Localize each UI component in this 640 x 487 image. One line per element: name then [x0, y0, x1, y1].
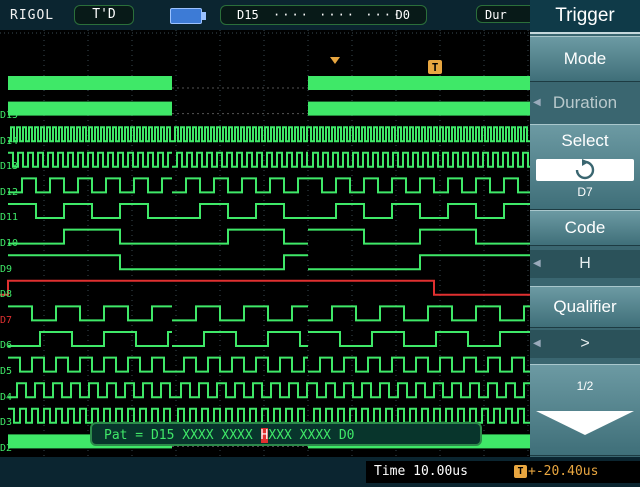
trace-d7: [0, 279, 530, 296]
channel-label: D6: [0, 340, 13, 352]
trigger-type-tab[interactable]: Dur: [476, 5, 536, 23]
trace-d13: [8, 126, 530, 143]
channel-label: D3: [0, 417, 13, 429]
trace-d2: [8, 407, 530, 424]
trace-d4: [8, 356, 530, 373]
menu-title: Trigger: [530, 0, 640, 34]
battery-icon: [170, 8, 206, 24]
channel-label: D15: [0, 110, 19, 121]
trace-d5: [8, 331, 530, 347]
code-button[interactable]: Code: [530, 210, 640, 246]
trigger-type-label: Dur: [485, 8, 507, 22]
channel-label: D2: [0, 442, 13, 454]
rotate-knob-indicator: [536, 159, 634, 181]
channel-label: D9: [0, 263, 13, 275]
next-page-button[interactable]: 1/2: [530, 364, 640, 456]
channel-label: D11: [0, 212, 19, 224]
duration-item[interactable]: ◀ Duration: [530, 88, 640, 118]
qualifier-label: Qualifier: [553, 297, 617, 316]
trigger-position-marker: [330, 57, 340, 64]
channel-end-label: D0: [395, 8, 410, 22]
trigger-offset-readout: T +-20.40us: [508, 461, 640, 483]
waveform-display: T D15D14D13D12D11D10D9D8D7D6D5D4D3D2D1D0: [0, 30, 530, 479]
trace-d11: [8, 177, 530, 194]
left-arrow-icon: ◀: [533, 338, 541, 349]
pattern-prefix: Pat = D15 XXXX XXXX: [104, 428, 261, 443]
trigger-icon: T: [514, 465, 527, 478]
arrow-down-icon: [536, 411, 634, 435]
channel-label: D7: [0, 314, 13, 326]
trace-d6: [8, 305, 530, 322]
mode-label: Mode: [563, 49, 607, 68]
brand-logo: RIGOL: [10, 8, 55, 23]
channel-label: D5: [0, 366, 13, 377]
trigger-offset-value: +-20.40us: [528, 464, 599, 479]
trace-d10: [8, 203, 530, 219]
trace-d12: [8, 151, 530, 168]
channel-label: D12: [0, 186, 19, 198]
trace-block: [8, 76, 172, 90]
bottom-bar: Time 10.00us T +-20.40us: [0, 457, 640, 487]
acquisition-status: T'D: [74, 5, 134, 25]
timebase-readout: Time 10.00us: [366, 461, 508, 483]
trace-block: [308, 76, 530, 90]
trace-d9: [8, 228, 530, 245]
duration-label: Duration: [552, 93, 618, 112]
channel-label: D8: [0, 289, 13, 301]
trace-block: [8, 101, 172, 116]
code-value[interactable]: ◀ H: [530, 250, 640, 278]
channel-start-label: D15: [237, 8, 259, 22]
qualifier-button[interactable]: Qualifier: [530, 286, 640, 328]
channel-range-indicator: D15 ···· ···· ···· ···· D0: [220, 5, 427, 40]
channel-label: D10: [0, 238, 19, 249]
qualifier-value[interactable]: ◀ >: [530, 330, 640, 358]
trace-block: [308, 101, 530, 116]
channel-label: D14: [0, 135, 19, 147]
select-label: Select: [561, 131, 609, 150]
channel-label: D4: [0, 391, 13, 403]
select-value: D7: [577, 185, 593, 199]
code-value-text: H: [579, 255, 591, 272]
status-bar: RIGOL T'D D15 ···· ···· ···· ···· D0 Dur: [0, 0, 536, 40]
trigger-marker-text: T: [432, 61, 439, 74]
channel-label: D13: [0, 161, 19, 173]
code-label: Code: [564, 218, 606, 237]
trace-d3: [8, 382, 530, 399]
waveform-svg: T: [0, 30, 530, 457]
rotate-icon: [575, 159, 595, 180]
mode-button[interactable]: Mode: [530, 36, 640, 82]
trigger-menu: Trigger Mode ◀ Duration Select D7 Code ◀…: [530, 0, 640, 457]
pattern-readout: Pat = D15 XXXX XXXX HXXX XXXX D0: [90, 422, 482, 446]
oscilloscope-screen: RIGOL T'D D15 ···· ···· ···· ···· D0 Dur…: [0, 0, 640, 487]
qualifier-value-text: >: [580, 335, 590, 352]
left-arrow-icon: ◀: [533, 97, 541, 108]
page-label: 1/2: [576, 379, 594, 393]
select-button[interactable]: Select D7: [530, 124, 640, 210]
trace-d8: [8, 254, 530, 271]
left-arrow-icon: ◀: [533, 258, 541, 269]
pattern-suffix: XXX XXXX D0: [268, 428, 355, 443]
